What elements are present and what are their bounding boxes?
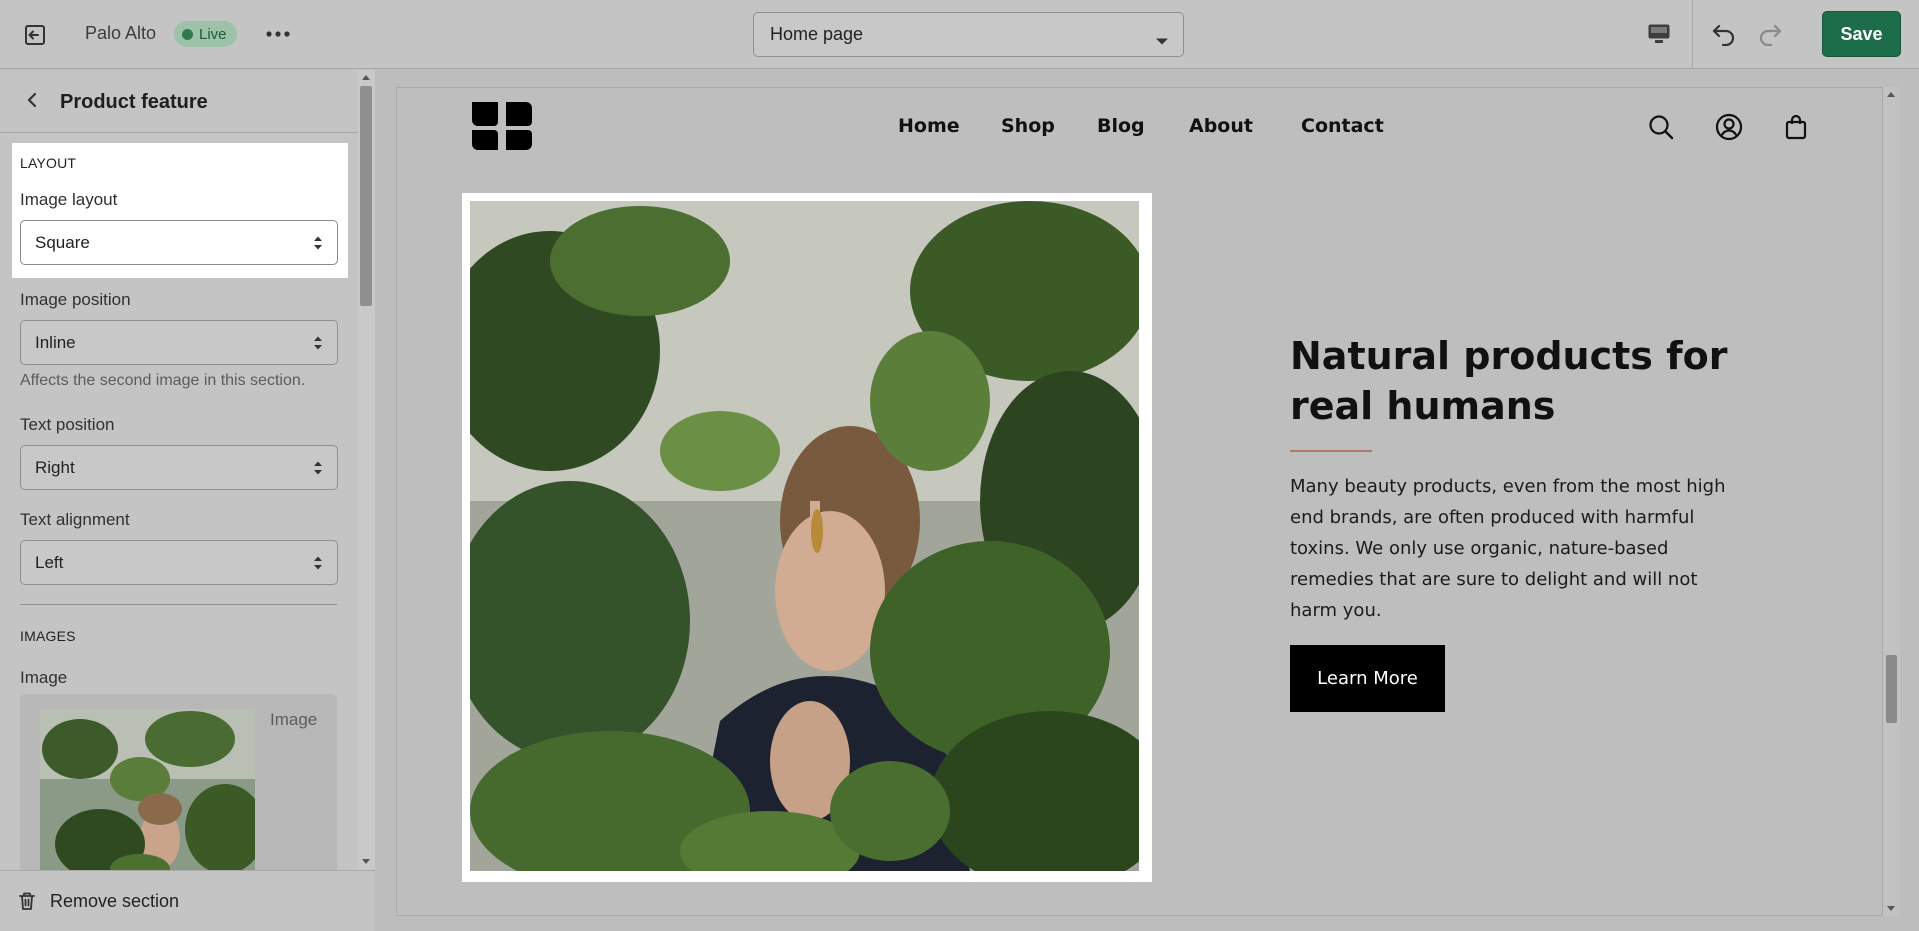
undo-icon[interactable] xyxy=(1708,18,1740,50)
select-arrows-icon xyxy=(313,459,323,482)
account-icon[interactable] xyxy=(1714,112,1744,142)
toolbar-divider xyxy=(1692,0,1693,69)
text-alignment-select[interactable]: Left xyxy=(20,540,338,585)
feature-heading: Natural products for real humans xyxy=(1290,334,1728,428)
brand-logo-icon[interactable] xyxy=(470,100,534,152)
desktop-preview-icon[interactable] xyxy=(1643,18,1675,50)
sidebar-header: Product feature xyxy=(0,70,358,133)
more-actions-icon[interactable] xyxy=(262,20,294,48)
image-position-select[interactable]: Inline xyxy=(20,320,338,365)
settings-sidebar: Product feature LAYOUT Image layout Squa… xyxy=(0,70,375,931)
page-select-value: Home page xyxy=(770,24,864,44)
scroll-down-icon[interactable] xyxy=(1887,906,1895,911)
feature-body-text: Many beauty products, even from the most… xyxy=(1290,476,1726,621)
nav-shop[interactable]: Shop xyxy=(1001,115,1055,137)
save-button[interactable]: Save xyxy=(1822,11,1901,57)
image-position-help: Affects the second image in this section… xyxy=(20,372,306,389)
sidebar-scrollbar[interactable] xyxy=(358,70,375,870)
scroll-up-icon[interactable] xyxy=(362,75,370,80)
preview-scrollbar[interactable] xyxy=(1883,87,1900,916)
nav-blog[interactable]: Blog xyxy=(1097,115,1145,137)
select-arrows-icon xyxy=(313,234,323,257)
search-icon[interactable] xyxy=(1646,112,1676,142)
back-chevron-icon[interactable] xyxy=(20,88,44,112)
chevron-down-icon xyxy=(1155,30,1169,51)
live-label: Live xyxy=(199,25,227,43)
scroll-thumb[interactable] xyxy=(1886,655,1897,723)
learn-more-button[interactable]: Learn More xyxy=(1290,645,1445,712)
heading-accent-line xyxy=(1290,450,1372,452)
sidebar-footer: Remove section xyxy=(0,870,375,931)
text-position-value: Right xyxy=(35,457,75,477)
text-alignment-value: Left xyxy=(35,552,64,572)
text-position-select[interactable]: Right xyxy=(20,445,338,490)
redo-icon[interactable] xyxy=(1754,18,1786,50)
live-status-badge: Live xyxy=(174,21,237,47)
image-position-value: Inline xyxy=(35,332,76,352)
storefront-preview: Home Shop Blog About Contact Natural pro… xyxy=(396,87,1883,916)
image-layout-value: Square xyxy=(35,232,90,252)
layout-settings-card: LAYOUT Image layout Square xyxy=(12,143,348,278)
image-thumbnail[interactable] xyxy=(40,709,255,870)
nav-home[interactable]: Home xyxy=(898,115,960,137)
scroll-up-icon[interactable] xyxy=(1887,92,1895,97)
store-name: Palo Alto xyxy=(85,23,157,43)
image-layout-label: Image layout xyxy=(20,190,118,209)
select-arrows-icon xyxy=(313,554,323,577)
image-position-label: Image position xyxy=(20,290,131,309)
live-dot-icon xyxy=(182,28,193,40)
top-bar: Palo Alto Live Home page Save xyxy=(0,0,1919,69)
section-title: Product feature xyxy=(60,91,208,113)
feature-image-frame[interactable] xyxy=(462,193,1152,882)
nav-about[interactable]: About xyxy=(1189,115,1253,137)
remove-section-button[interactable]: Remove section xyxy=(50,891,179,912)
scroll-down-icon[interactable] xyxy=(362,859,370,864)
image-picker-card[interactable]: Image xyxy=(20,694,337,870)
text-position-label: Text position xyxy=(20,415,115,434)
section-divider xyxy=(20,604,337,605)
page-select[interactable]: Home page xyxy=(753,12,1184,57)
scroll-thumb[interactable] xyxy=(360,86,372,306)
images-section-heading: IMAGES xyxy=(20,628,76,644)
exit-icon[interactable] xyxy=(20,20,50,50)
nav-contact[interactable]: Contact xyxy=(1301,115,1384,137)
layout-section-heading: LAYOUT xyxy=(20,155,77,171)
feature-image[interactable] xyxy=(470,201,1139,871)
image-layout-select[interactable]: Square xyxy=(20,220,338,265)
trash-icon[interactable] xyxy=(18,891,38,911)
cart-bag-icon[interactable] xyxy=(1781,112,1811,142)
text-alignment-label: Text alignment xyxy=(20,510,130,529)
image-field-label: Image xyxy=(20,668,68,687)
image-card-label: Image xyxy=(270,710,318,729)
select-arrows-icon xyxy=(313,334,323,357)
